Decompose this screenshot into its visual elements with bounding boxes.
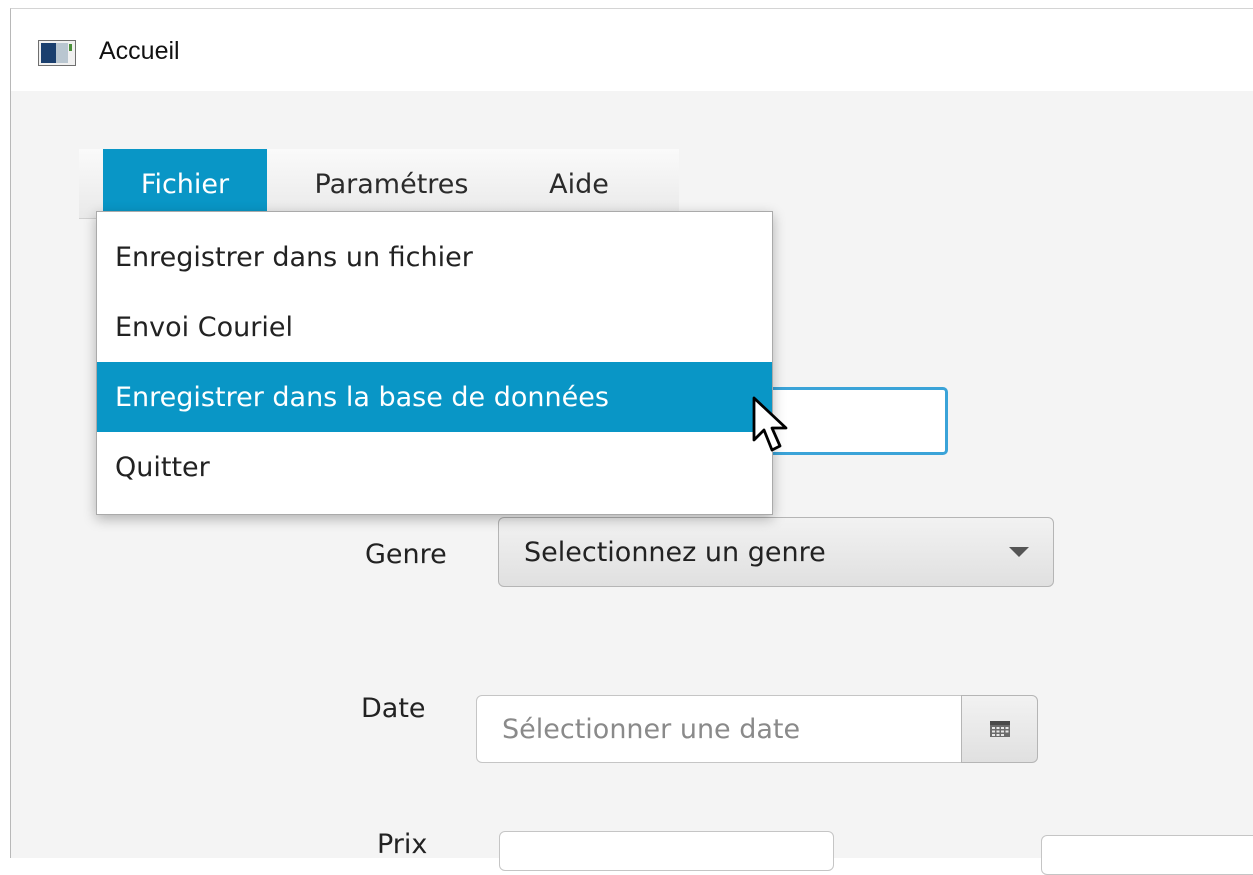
chevron-down-icon	[1009, 547, 1029, 557]
app-window-icon	[38, 40, 76, 66]
title-bar: Accueil	[11, 9, 1253, 91]
date-picker-button[interactable]	[961, 695, 1038, 763]
window-title: Accueil	[99, 37, 180, 65]
prix-input[interactable]	[499, 831, 834, 871]
menu-item-send-email[interactable]: Envoi Couriel	[97, 292, 772, 362]
menu-item-quit[interactable]: Quitter	[97, 432, 772, 502]
menu-item-save-database[interactable]: Enregistrer dans la base de données	[97, 362, 772, 432]
genre-label: Genre	[365, 539, 447, 570]
calendar-icon	[989, 721, 1010, 737]
menu-bar: Fichier Paramétres Aide	[79, 149, 679, 219]
menu-fichier[interactable]: Fichier	[103, 149, 267, 219]
menu-item-save-file[interactable]: Enregistrer dans un fichier	[97, 222, 772, 292]
date-input-placeholder: Sélectionner une date	[502, 713, 801, 745]
genre-combobox-value: Selectionnez un genre	[524, 536, 826, 568]
menu-parametres[interactable]: Paramétres	[279, 149, 504, 219]
menu-aide[interactable]: Aide	[519, 149, 639, 219]
prix-label: Prix	[377, 829, 428, 860]
fichier-dropdown-menu: Enregistrer dans un fichier Envoi Courie…	[96, 211, 773, 515]
date-input[interactable]: Sélectionner une date	[476, 695, 962, 763]
secondary-input[interactable]	[1041, 835, 1253, 875]
genre-combobox[interactable]: Selectionnez un genre	[498, 517, 1054, 587]
date-label: Date	[361, 693, 426, 724]
mouse-pointer-icon	[752, 396, 788, 452]
